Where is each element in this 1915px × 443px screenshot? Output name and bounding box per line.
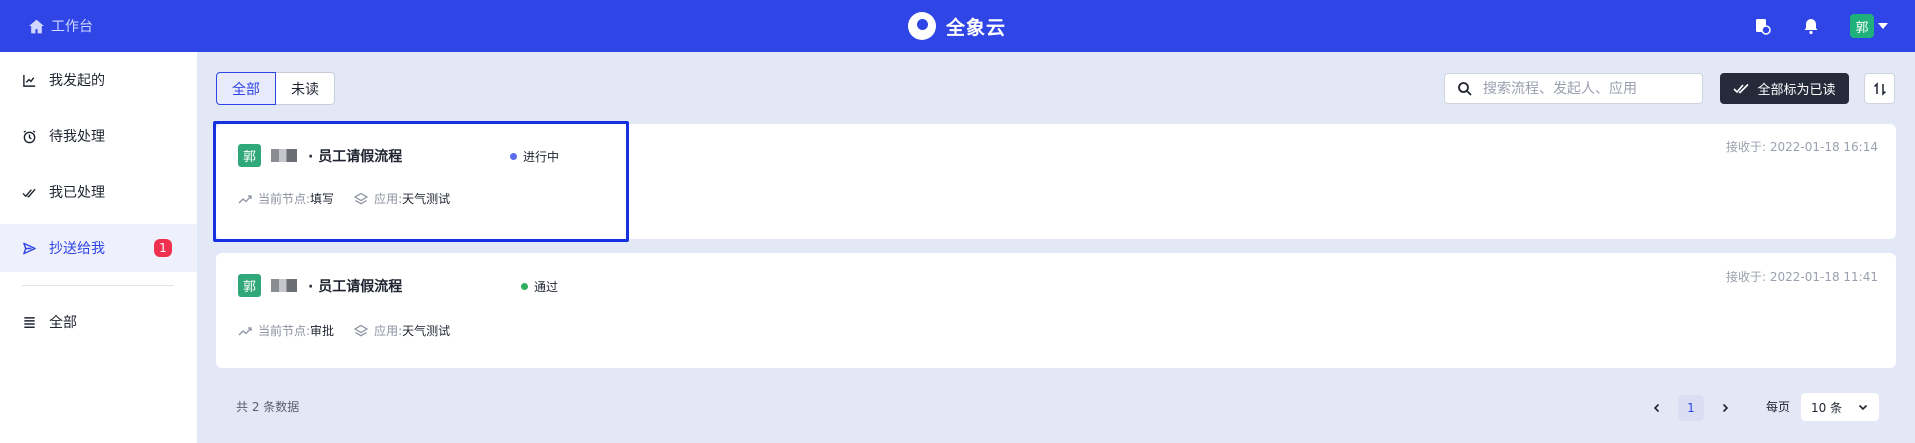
trend-icon bbox=[238, 326, 252, 335]
workbench-link[interactable]: 工作台 bbox=[28, 0, 93, 52]
sidebar-item-label: 我发起的 bbox=[49, 73, 105, 89]
status-badge: 进行中 bbox=[510, 148, 559, 165]
todo-doc-icon[interactable] bbox=[1751, 15, 1773, 37]
chart-icon bbox=[23, 74, 36, 87]
bell-icon[interactable] bbox=[1800, 15, 1822, 37]
sidebar-item-label: 我已处理 bbox=[49, 185, 105, 201]
unread-badge: 1 bbox=[154, 239, 172, 257]
sidebar-item-label: 抄送给我 bbox=[49, 241, 105, 257]
node-value: 审批 bbox=[310, 324, 335, 338]
redacted-name bbox=[271, 149, 297, 162]
received-time: 接收于: 2022-01-18 16:14 bbox=[1726, 140, 1878, 154]
search-box bbox=[1444, 73, 1703, 104]
status-badge: 通过 bbox=[521, 278, 558, 295]
workbench-label: 工作台 bbox=[51, 19, 93, 35]
card-meta: 当前节点: 填写 应用: 天气测试 bbox=[238, 190, 450, 207]
sidebar-item-cc-me[interactable]: 抄送给我 1 bbox=[0, 224, 197, 272]
tab-unread[interactable]: 未读 bbox=[276, 72, 335, 105]
send-icon bbox=[23, 242, 36, 254]
app-value: 天气测试 bbox=[402, 192, 451, 206]
tab-all[interactable]: 全部 bbox=[216, 72, 276, 105]
sidebar-divider bbox=[22, 285, 174, 286]
layers-icon bbox=[354, 192, 369, 204]
filter-tabs: 全部 未读 bbox=[216, 72, 335, 105]
process-title: · 员工请假流程 bbox=[308, 149, 403, 165]
chevron-down-icon[interactable] bbox=[1878, 23, 1888, 29]
clock-icon bbox=[23, 129, 36, 143]
status-dot-icon bbox=[521, 283, 528, 290]
process-card[interactable]: 郭 · 员工请假流程 进行中 接收于: 2022-01-18 16:14 当前节… bbox=[213, 121, 1896, 242]
chevron-left-icon bbox=[1653, 403, 1660, 413]
status-text: 进行中 bbox=[523, 150, 560, 164]
sidebar-item-initiated[interactable]: 我发起的 bbox=[0, 56, 197, 104]
layers-icon bbox=[354, 324, 369, 336]
total-count: 共 2 条数据 bbox=[236, 400, 300, 414]
double-check-icon bbox=[1733, 83, 1750, 93]
process-title: · 员工请假流程 bbox=[308, 279, 403, 295]
mark-all-read-button[interactable]: 全部标为已读 bbox=[1720, 73, 1849, 104]
search-input[interactable] bbox=[1483, 80, 1683, 97]
mark-all-read-label: 全部标为已读 bbox=[1757, 83, 1836, 98]
prev-page-button[interactable] bbox=[1646, 395, 1668, 421]
top-bar: 工作台 全象云 郭 bbox=[0, 0, 1915, 52]
home-icon bbox=[29, 19, 44, 33]
brand-logo-icon bbox=[908, 12, 936, 40]
per-page-select[interactable]: 10 条 bbox=[1801, 393, 1879, 421]
search-icon bbox=[1458, 81, 1472, 96]
redacted-name bbox=[271, 279, 297, 292]
sidebar-item-processed[interactable]: 我已处理 bbox=[0, 168, 197, 216]
received-time: 接收于: 2022-01-18 11:41 bbox=[1726, 270, 1878, 284]
double-check-icon bbox=[22, 188, 36, 198]
per-page-label: 每页 bbox=[1766, 400, 1791, 414]
sidebar-item-label: 全部 bbox=[49, 315, 77, 331]
per-page-value: 10 条 bbox=[1811, 400, 1843, 415]
chevron-right-icon bbox=[1722, 403, 1729, 413]
process-card[interactable]: 郭 · 员工请假流程 通过 接收于: 2022-01-18 11:41 当前节点… bbox=[216, 253, 1896, 368]
status-dot-icon bbox=[510, 153, 517, 160]
chevron-down-icon bbox=[1859, 404, 1868, 411]
avatar: 郭 bbox=[238, 274, 261, 297]
list-icon bbox=[24, 316, 35, 328]
sort-icon bbox=[1873, 81, 1886, 96]
app-label: 应用: bbox=[374, 324, 403, 338]
card-meta: 当前节点: 审批 应用: 天气测试 bbox=[238, 322, 450, 339]
status-text: 通过 bbox=[534, 280, 559, 294]
sidebar-item-pending[interactable]: 待我处理 bbox=[0, 112, 197, 160]
node-label: 当前节点: bbox=[258, 324, 311, 338]
page-1-button[interactable]: 1 bbox=[1678, 395, 1704, 421]
avatar: 郭 bbox=[238, 144, 261, 167]
user-avatar[interactable]: 郭 bbox=[1850, 14, 1874, 38]
app-value: 天气测试 bbox=[402, 324, 451, 338]
sidebar-item-all[interactable]: 全部 bbox=[0, 298, 197, 346]
brand-name: 全象云 bbox=[946, 16, 1007, 39]
pagination: 1 bbox=[1646, 395, 1736, 421]
trend-icon bbox=[238, 194, 252, 203]
sidebar: 我发起的 待我处理 我已处理 抄送给我 1 全部 bbox=[0, 52, 197, 443]
sidebar-item-label: 待我处理 bbox=[49, 129, 105, 145]
node-value: 填写 bbox=[310, 192, 335, 206]
app-label: 应用: bbox=[374, 192, 403, 206]
sort-button[interactable] bbox=[1864, 73, 1895, 104]
brand: 全象云 bbox=[908, 0, 1006, 52]
next-page-button[interactable] bbox=[1714, 395, 1736, 421]
node-label: 当前节点: bbox=[258, 192, 311, 206]
